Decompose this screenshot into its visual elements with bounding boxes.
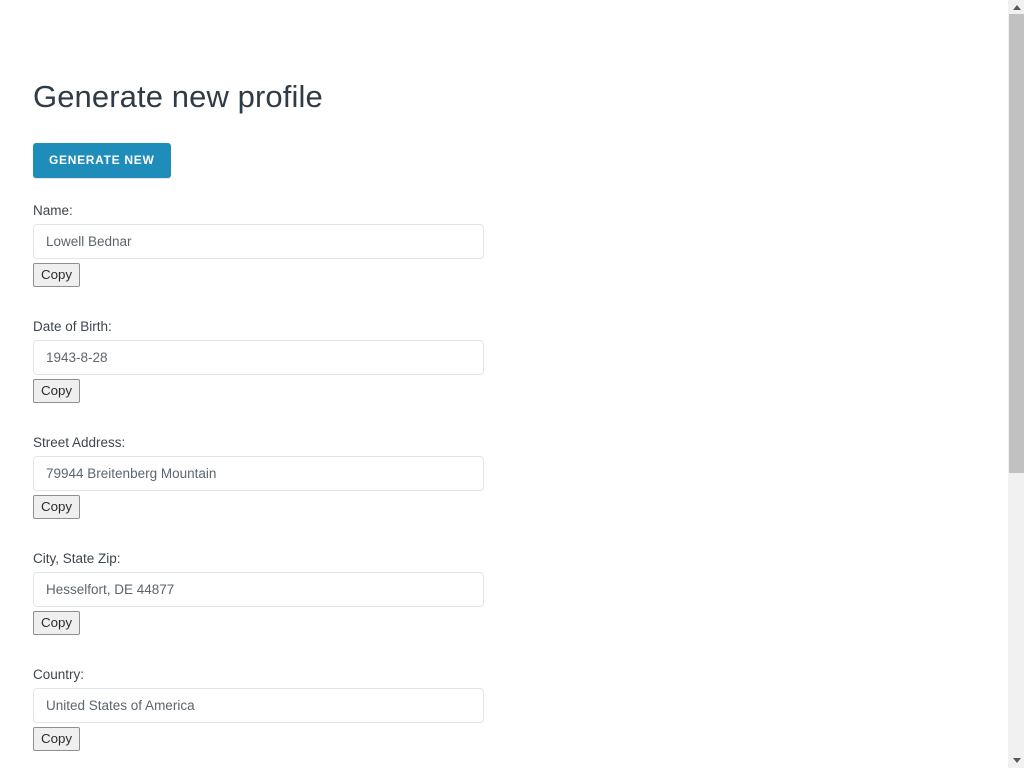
caret-up-icon	[1012, 5, 1021, 10]
caret-down-icon	[1012, 758, 1021, 763]
field-group-date-of-birth: Date of Birth: Copy	[0, 319, 1007, 403]
field-input-date-of-birth[interactable]	[33, 340, 484, 375]
field-label-street-address: Street Address:	[33, 435, 126, 450]
page-viewport: Generate new profile GENERATE NEW Name: C…	[0, 0, 1007, 768]
field-input-street-address[interactable]	[33, 456, 484, 491]
copy-button-country[interactable]: Copy	[33, 727, 81, 751]
field-input-name[interactable]	[33, 224, 484, 259]
vertical-scrollbar[interactable]	[1007, 0, 1024, 768]
field-label-city-state-zip: City, State Zip:	[33, 551, 121, 566]
copy-button-city-state-zip[interactable]: Copy	[33, 611, 81, 635]
scroll-up-arrow-button[interactable]	[1008, 0, 1024, 14]
profile-fields-list: Name:CopyDate of Birth:CopyStreet Addres…	[0, 203, 1007, 768]
field-group-street-address: Street Address: Copy	[0, 435, 1007, 519]
field-label-date-of-birth: Date of Birth:	[33, 319, 112, 334]
field-input-country[interactable]	[33, 688, 484, 723]
copy-button-street-address[interactable]: Copy	[33, 495, 81, 519]
scrollbar-thumb[interactable]	[1009, 14, 1024, 473]
field-label-name: Name:	[33, 203, 73, 218]
scroll-down-arrow-button[interactable]	[1008, 754, 1024, 768]
field-group-city-state-zip: City, State Zip: Copy	[0, 551, 1007, 635]
copy-button-date-of-birth[interactable]: Copy	[33, 379, 81, 403]
generate-new-button[interactable]: GENERATE NEW	[33, 143, 171, 178]
field-label-country: Country:	[33, 667, 85, 682]
page-title: Generate new profile	[33, 79, 323, 114]
field-group-name: Name: Copy	[0, 203, 1007, 287]
copy-button-name[interactable]: Copy	[33, 263, 81, 287]
field-group-country: Country: Copy	[0, 667, 1007, 751]
field-input-city-state-zip[interactable]	[33, 572, 484, 607]
